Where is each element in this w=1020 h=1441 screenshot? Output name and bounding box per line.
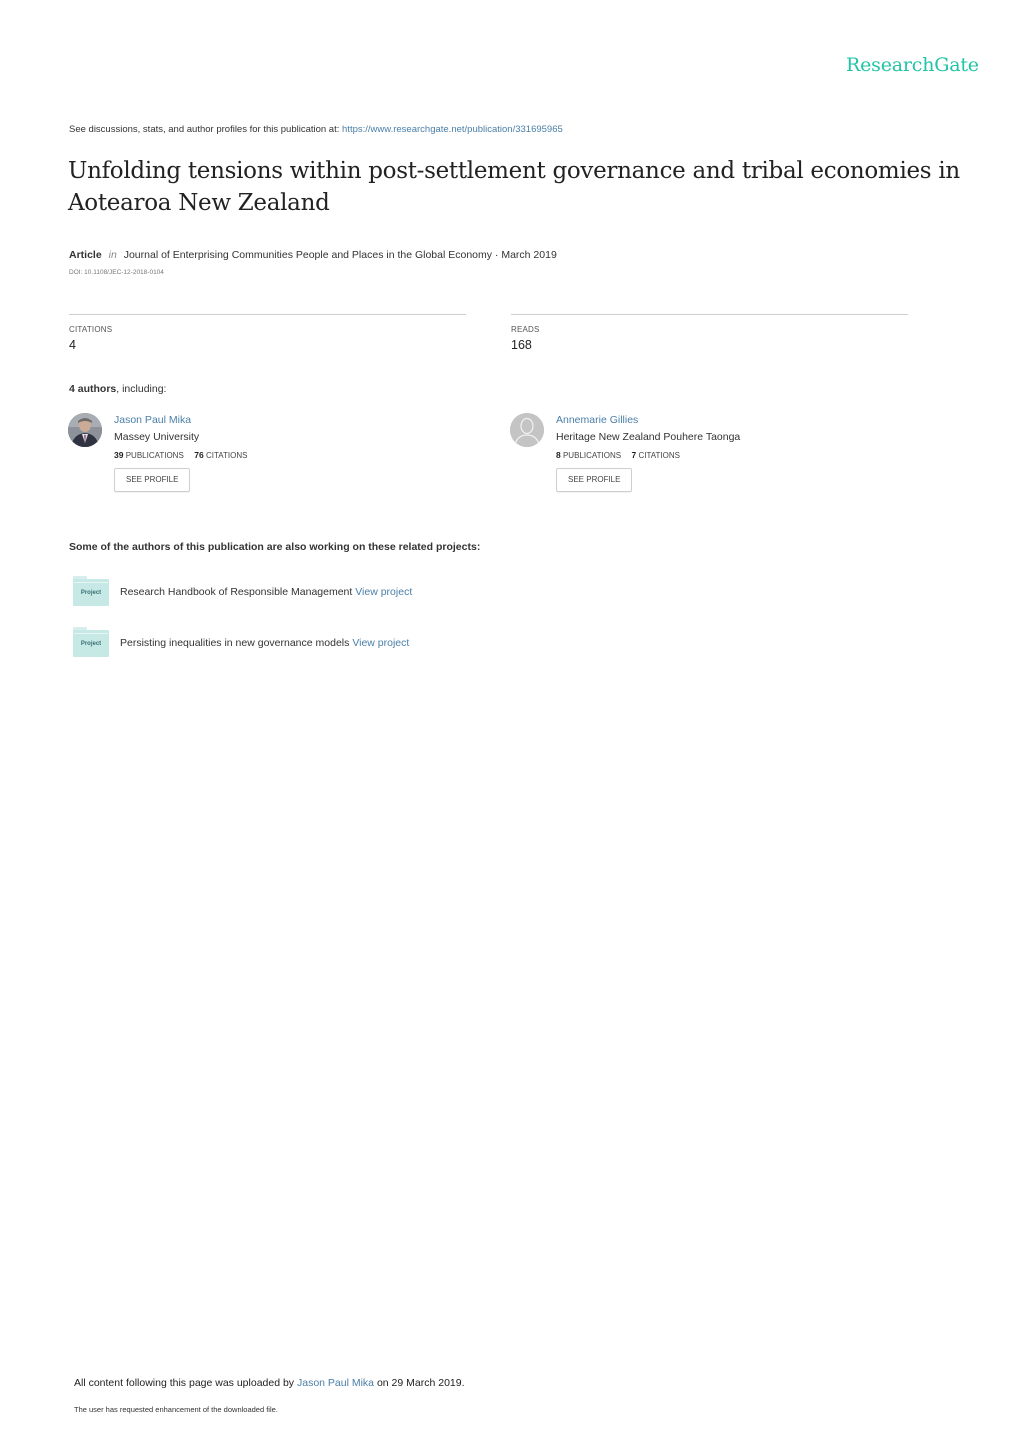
meta-separator: · — [492, 249, 502, 261]
publications-label: PUBLICATIONS — [125, 451, 184, 460]
author-counts: 8 PUBLICATIONS 7 CITATIONS — [556, 450, 740, 460]
see-profile-button[interactable]: SEE PROFILE — [556, 468, 633, 492]
authors-suffix: , including: — [116, 383, 167, 395]
publications-count: 39 — [114, 450, 124, 460]
doi: DOI: 10.1108/JEC-12-2018-0104 — [69, 269, 164, 276]
reads-label: READS — [511, 325, 540, 334]
project-icon-label: Project — [80, 590, 102, 596]
citations-label: CITATIONS — [205, 451, 248, 460]
upload-note: All content following this page was uplo… — [74, 1377, 465, 1389]
see-profile-button[interactable]: SEE PROFILE — [114, 468, 191, 492]
author-avatar[interactable] — [510, 413, 544, 447]
author-name-link[interactable]: Annemarie Gillies — [556, 414, 740, 426]
reads-stat: READS 168 — [511, 314, 908, 352]
author-affiliation: Massey University — [114, 431, 200, 443]
citations-stat: CITATIONS 4 — [69, 314, 466, 352]
view-project-link[interactable]: View project — [352, 637, 409, 649]
see-discussions-line: See discussions, stats, and author profi… — [69, 124, 563, 135]
project-folder-icon: Project — [73, 627, 109, 657]
publication-url-link[interactable]: https://www.researchgate.net/publication… — [342, 124, 563, 135]
publications-count: 8 — [556, 450, 561, 460]
project-title: Research Handbook of Responsible Managem… — [120, 586, 353, 598]
citations-count: 7 — [631, 450, 637, 460]
reads-value: 168 — [511, 338, 532, 352]
default-user-icon — [510, 413, 544, 447]
uploader-link[interactable]: Jason Paul Mika — [297, 1377, 374, 1389]
publication-type: Article — [69, 249, 102, 261]
project-icon-label: Project — [80, 641, 102, 647]
publication-title: Unfolding tensions within post-settlemen… — [68, 158, 960, 216]
author-card: Annemarie Gillies Heritage New Zealand P… — [510, 413, 910, 503]
author-avatar[interactable] — [68, 413, 102, 447]
project-title: Persisting inequalities in new governanc… — [120, 637, 350, 649]
publication-meta: Article in Journal of Enterprising Commu… — [69, 249, 557, 261]
author-name-link[interactable]: Jason Paul Mika — [114, 414, 247, 426]
person-photo-icon — [68, 413, 102, 447]
authors-heading: 4 authors, including: — [69, 383, 166, 395]
citations-value: 4 — [69, 338, 76, 352]
citations-label: CITATIONS — [638, 451, 680, 460]
upload-suffix: on 29 March 2019. — [376, 1377, 465, 1389]
upload-prefix: All content following this page was uplo… — [74, 1377, 295, 1389]
author-card: Jason Paul Mika Massey University 39 PUB… — [68, 413, 468, 503]
publication-date: March 2019 — [501, 249, 557, 261]
see-discussions-text: See discussions, stats, and author profi… — [69, 124, 340, 135]
publications-label: PUBLICATIONS — [562, 451, 622, 460]
project-item: Project Persisting inequalities in new g… — [73, 627, 573, 659]
view-project-link[interactable]: View project — [355, 586, 412, 598]
author-counts: 39 PUBLICATIONS 76 CITATIONS — [114, 450, 247, 460]
citations-label: CITATIONS — [69, 325, 113, 334]
journal-name: Journal of Enterprising Communities Peop… — [123, 249, 492, 261]
author-affiliation: Heritage New Zealand Pouhere Taonga — [556, 431, 741, 443]
citations-count: 76 — [194, 450, 204, 460]
researchgate-logo[interactable]: ResearchGate — [846, 54, 979, 76]
project-folder-icon: Project — [73, 576, 109, 606]
in-label: in — [108, 249, 117, 261]
enhancement-note: The user has requested enhancement of th… — [74, 1405, 278, 1414]
authors-count: 4 authors — [69, 383, 117, 395]
related-projects-heading: Some of the authors of this publication … — [69, 541, 481, 553]
project-item: Project Research Handbook of Responsible… — [73, 576, 573, 608]
